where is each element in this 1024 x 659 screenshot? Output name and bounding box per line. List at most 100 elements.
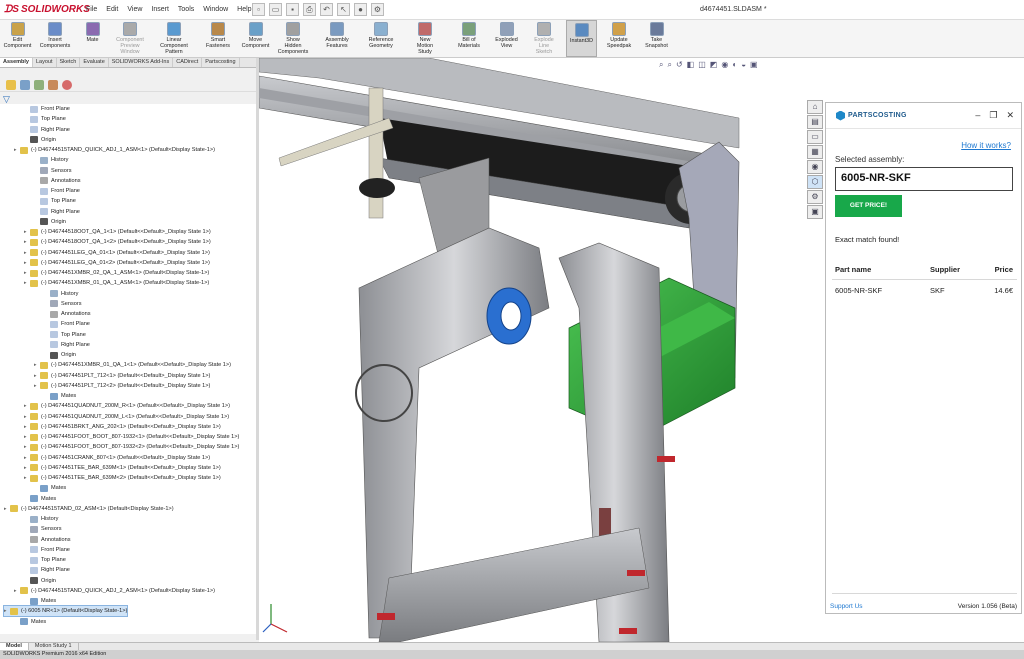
- cmd-edit-component-button[interactable]: Edit Component: [2, 20, 33, 57]
- tree-node[interactable]: ▸ (-) D4674451QUADNUT_200M_L<1> (Default<…: [24, 412, 229, 422]
- tree-node[interactable]: Annotations: [34, 176, 81, 186]
- tree-node[interactable]: ▸ (-) D4674451XMBR_02_QA_1_ASM<1> (Defaul…: [24, 268, 209, 278]
- cmd-assembly-features-button[interactable]: Assembly Features: [315, 20, 359, 57]
- tree-node[interactable]: ▸ (-) D4674451TEE_BAR_639M<1> (Default<<D…: [24, 463, 221, 473]
- tree-node[interactable]: Right Plane: [24, 125, 70, 135]
- print-icon[interactable]: ⎙: [303, 3, 316, 16]
- cmd-mate-button[interactable]: Mate: [77, 20, 108, 57]
- cmd-bill-of-materials-button[interactable]: Bill of Materials: [447, 20, 491, 57]
- close-icon[interactable]: ✕: [1006, 110, 1014, 121]
- tree-node[interactable]: Origin: [24, 576, 56, 586]
- menu-item-tools[interactable]: Tools: [178, 6, 194, 13]
- tree-node[interactable]: Origin: [44, 350, 76, 360]
- custom-properties-icon[interactable]: ⚙: [807, 190, 823, 204]
- tab-assembly[interactable]: Assembly: [0, 58, 33, 67]
- open-icon[interactable]: ▭: [269, 3, 282, 16]
- new-icon[interactable]: ▫: [252, 3, 265, 16]
- tree-node[interactable]: History: [44, 289, 78, 299]
- menu-item-view[interactable]: View: [127, 6, 142, 13]
- tree-node[interactable]: Mates: [24, 596, 56, 606]
- minimize-icon[interactable]: –: [975, 110, 980, 121]
- tree-node[interactable]: Annotations: [44, 309, 91, 319]
- cmd-explode-line-sketch-button[interactable]: Explode Line Sketch: [522, 20, 566, 57]
- select-icon[interactable]: ↖: [337, 3, 350, 16]
- tree-node[interactable]: Right Plane: [44, 340, 90, 350]
- tree-node[interactable]: Mates: [24, 494, 56, 504]
- tree-node[interactable]: Sensors: [24, 524, 62, 534]
- tree-node[interactable]: ▸ (-) D4674451PLT_712<1> (Default<<Defaul…: [34, 371, 210, 381]
- resources-icon[interactable]: ▤: [807, 115, 823, 129]
- tree-node[interactable]: Origin: [34, 217, 66, 227]
- cmd-exploded-view-button[interactable]: Exploded View: [491, 20, 522, 57]
- get-price-button[interactable]: GET PRICE!: [835, 195, 902, 217]
- tree-node[interactable]: ▸ (-) D4674451CRANK_807<1> (Default<<Defa…: [24, 453, 210, 463]
- tree-node[interactable]: Top Plane: [44, 330, 86, 340]
- tree-node[interactable]: ▸ (-) D46744518OOT_QA_1<2> (Default<<Defa…: [24, 237, 211, 247]
- display-manager-icon[interactable]: [62, 79, 72, 90]
- folder-icon[interactable]: ▭: [807, 130, 823, 144]
- menu-item-window[interactable]: Window: [203, 6, 228, 13]
- tree-node[interactable]: ▸ (-) D46744518OOT_QA_1<1> (Default<<Defa…: [24, 227, 211, 237]
- tree-node[interactable]: ▸ (-) D46744515TAND_02_ASM<1> (Default<Di…: [4, 504, 174, 514]
- tree-node[interactable]: Top Plane: [24, 555, 66, 565]
- cmd-smart-fasteners-button[interactable]: Smart Fasteners: [196, 20, 240, 57]
- tab-partscosting[interactable]: Partscosting: [202, 58, 240, 67]
- feature-tree-icon[interactable]: [6, 79, 16, 90]
- tree-node[interactable]: Origin: [24, 135, 56, 145]
- tree-node[interactable]: ▸ (-) D46744515TAND_QUICK_ADJ_2_ASM<1> (D…: [14, 586, 215, 596]
- menu-item-insert[interactable]: Insert: [151, 6, 169, 13]
- tree-node[interactable]: History: [34, 155, 68, 165]
- property-manager-icon[interactable]: [20, 79, 30, 90]
- dimxpert-icon[interactable]: [48, 79, 58, 90]
- tree-node[interactable]: ▸ (-) 6005 NR<1> (Default<Display State-1…: [2, 605, 129, 618]
- tree-node[interactable]: Annotations: [24, 535, 71, 545]
- tree-node[interactable]: Right Plane: [24, 565, 70, 575]
- forum-icon[interactable]: ▣: [807, 205, 823, 219]
- undo-icon[interactable]: ↶: [320, 3, 333, 16]
- cmd-instant3d-button[interactable]: Instant3D: [566, 20, 597, 57]
- tree-node[interactable]: Sensors: [34, 166, 72, 176]
- tree-node[interactable]: ▸ (-) D46744515TAND_QUICK_ADJ_1_ASM<1> (D…: [14, 145, 215, 155]
- tab-evaluate[interactable]: Evaluate: [80, 58, 109, 67]
- rebuild-icon[interactable]: ●: [354, 3, 367, 16]
- tree-node[interactable]: Top Plane: [34, 196, 76, 206]
- tree-node[interactable]: ▸ (-) D4674451PLT_712<2> (Default<<Defaul…: [34, 381, 210, 391]
- tree-node[interactable]: Front Plane: [24, 104, 70, 114]
- cmd-move-component-button[interactable]: Move Component: [240, 20, 271, 57]
- library-icon[interactable]: ▦: [807, 145, 823, 159]
- tree-node[interactable]: ▸ (-) D4674451TEE_BAR_639M<2> (Default<<D…: [24, 473, 221, 483]
- cmd-linear-component-pattern-button[interactable]: Linear Component Pattern: [152, 20, 196, 57]
- tree-node[interactable]: ▸ (-) D4674451LEG_QA_01<2> (Default<<Defa…: [24, 258, 210, 268]
- tree-node[interactable]: ▸ (-) D4674451XMBR_01_QA_1<1> (Default<<D…: [34, 360, 231, 370]
- cmd-show-hidden-components-button[interactable]: Show Hidden Components: [271, 20, 315, 57]
- tab-cadirect[interactable]: CADirect: [173, 58, 203, 67]
- cmd-update-speedpak-button[interactable]: Update Speedpak: [597, 20, 641, 57]
- tree-node[interactable]: Mates: [14, 617, 46, 627]
- configuration-icon[interactable]: [34, 79, 44, 90]
- appearances-icon[interactable]: ◉: [807, 160, 823, 174]
- tree-node[interactable]: Sensors: [44, 299, 82, 309]
- tree-node[interactable]: Right Plane: [34, 207, 80, 217]
- tree-node[interactable]: ▸ (-) D4674451LEG_QA_01<1> (Default<<Defa…: [24, 248, 210, 258]
- tree-node[interactable]: Top Plane: [24, 114, 66, 124]
- tree-node[interactable]: ▸ (-) D4674451QUADNUT_200M_R<1> (Default<…: [24, 401, 230, 411]
- selected-assembly-field[interactable]: 6005-NR-SKF: [835, 167, 1013, 191]
- save-icon[interactable]: ▪: [286, 3, 299, 16]
- tree-node[interactable]: Front Plane: [24, 545, 70, 555]
- tab-layout[interactable]: Layout: [33, 58, 57, 67]
- tree-node[interactable]: ▸ (-) D4674451FOOT_BOOT_807-1932<2> (Defa…: [24, 442, 239, 452]
- tree-node[interactable]: History: [24, 514, 58, 524]
- tab-solidworks-add-ins[interactable]: SOLIDWORKS Add-Ins: [109, 58, 174, 67]
- tree-node[interactable]: ▸ (-) D4674451XMBR_01_QA_1_ASM<1> (Defaul…: [24, 278, 209, 288]
- menu-item-help[interactable]: Help: [237, 6, 251, 13]
- cmd-new-motion-study-button[interactable]: New Motion Study: [403, 20, 447, 57]
- bottom-tab-motion-study-1[interactable]: Motion Study 1: [29, 643, 79, 650]
- tree-node[interactable]: Front Plane: [34, 186, 80, 196]
- cmd-take-snapshot-button[interactable]: Take Snapshot: [641, 20, 672, 57]
- menu-item-file[interactable]: File: [86, 6, 97, 13]
- tree-node[interactable]: Front Plane: [44, 319, 90, 329]
- tree-node[interactable]: Mates: [34, 483, 66, 493]
- cmd-reference-geometry-button[interactable]: Reference Geometry: [359, 20, 403, 57]
- restore-icon[interactable]: ❐: [989, 110, 997, 121]
- solidworks-logo[interactable]: ᗪS SOLIDWORKS: [4, 4, 90, 15]
